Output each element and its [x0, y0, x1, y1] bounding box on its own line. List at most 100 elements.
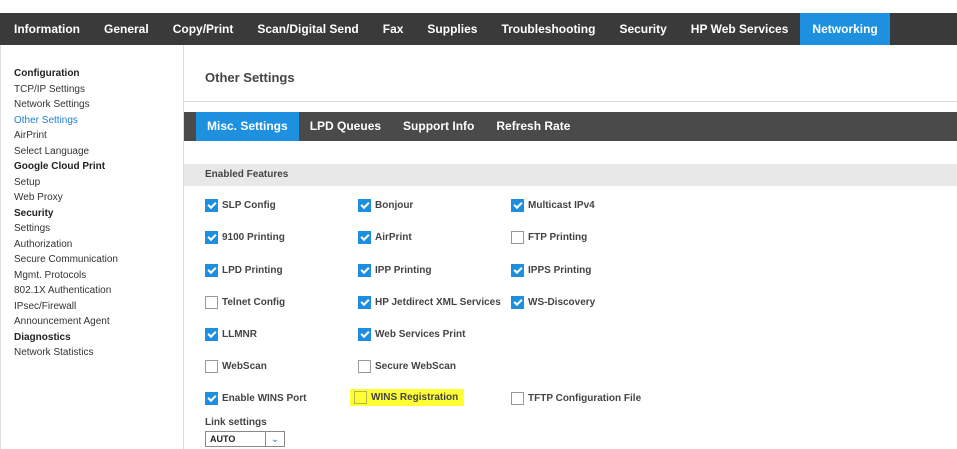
feature-ftp-printing[interactable]: FTP Printing	[511, 230, 587, 244]
enabled-features-header: Enabled Features	[184, 164, 957, 186]
subtab-lpd-queues[interactable]: LPD Queues	[299, 112, 392, 141]
feature-secure-webscan[interactable]: Secure WebScan	[358, 359, 456, 373]
sidebar-item-setup[interactable]: Setup	[14, 175, 174, 191]
multicast-ipv4-checkbox[interactable]	[511, 198, 524, 212]
feature-airprint[interactable]: AirPrint	[358, 230, 412, 244]
sidebar-item-announcement-agent[interactable]: Announcement Agent	[14, 314, 174, 330]
web-services-print-checkbox[interactable]	[358, 327, 371, 341]
llmnr-checkbox[interactable]	[205, 327, 218, 341]
tab-information[interactable]: Information	[0, 13, 92, 45]
tab-copy-print[interactable]: Copy/Print	[161, 13, 246, 45]
feature-bonjour[interactable]: Bonjour	[358, 198, 413, 212]
slp-config-label: SLP Config	[222, 199, 276, 211]
hp-jetdirect-xml-services-label: HP Jetdirect XML Services	[375, 296, 501, 308]
top-navigation: Information General Copy/Print Scan/Digi…	[0, 13, 957, 45]
feature-lpd-printing[interactable]: LPD Printing	[205, 263, 283, 277]
ws-discovery-checkbox[interactable]	[511, 295, 524, 309]
sub-navigation: Misc. Settings LPD Queues Support Info R…	[184, 112, 957, 141]
sidebar-item-8021x-authentication[interactable]: 802.1X Authentication	[14, 283, 174, 299]
subtab-misc-settings[interactable]: Misc. Settings	[196, 112, 299, 141]
tab-scan-digital-send[interactable]: Scan/Digital Send	[245, 13, 370, 45]
ftp-printing-checkbox[interactable]	[511, 230, 524, 244]
9100-printing-label: 9100 Printing	[222, 231, 285, 243]
page-title: Other Settings	[205, 70, 295, 85]
telnet-config-checkbox[interactable]	[205, 295, 218, 309]
tftp-configuration-file-checkbox[interactable]	[511, 391, 524, 405]
subtab-support-info[interactable]: Support Info	[392, 112, 485, 141]
sidebar-item-authorization[interactable]: Authorization	[14, 237, 174, 253]
feature-ws-discovery[interactable]: WS-Discovery	[511, 295, 595, 309]
feature-multicast-ipv4[interactable]: Multicast IPv4	[511, 198, 595, 212]
tab-hp-web-services[interactable]: HP Web Services	[679, 13, 801, 45]
secure-webscan-checkbox[interactable]	[358, 359, 371, 373]
link-settings-select[interactable]: AUTO ⌄	[205, 431, 285, 447]
sidebar-item-network-statistics[interactable]: Network Statistics	[14, 345, 174, 361]
feature-ipps-printing[interactable]: IPPS Printing	[511, 263, 591, 277]
sidebar-item-tcpip-settings[interactable]: TCP/IP Settings	[14, 82, 174, 98]
9100-printing-checkbox[interactable]	[205, 230, 218, 244]
tab-networking[interactable]: Networking	[800, 13, 890, 45]
feature-llmnr[interactable]: LLMNR	[205, 327, 257, 341]
ipps-printing-label: IPPS Printing	[528, 264, 592, 276]
hp-jetdirect-xml-services-checkbox[interactable]	[358, 295, 371, 309]
sidebar-section-security: Security	[14, 207, 54, 219]
tftp-configuration-file-label: TFTP Configuration File	[528, 392, 642, 404]
tab-supplies[interactable]: Supplies	[415, 13, 489, 45]
enabled-features-label: Enabled Features	[205, 169, 289, 180]
feature-telnet-config[interactable]: Telnet Config	[205, 295, 285, 309]
telnet-config-label: Telnet Config	[222, 296, 286, 308]
chevron-down-icon[interactable]: ⌄	[265, 432, 284, 446]
wins-registration-checkbox[interactable]	[354, 391, 367, 404]
enable-wins-port-label: Enable WINS Port	[222, 392, 307, 404]
sidebar: Configuration TCP/IP Settings Network Se…	[14, 66, 174, 361]
ipp-printing-label: IPP Printing	[375, 264, 432, 276]
sidebar-item-other-settings[interactable]: Other Settings	[14, 113, 174, 129]
tab-fax[interactable]: Fax	[371, 13, 416, 45]
tab-security[interactable]: Security	[607, 13, 678, 45]
bonjour-label: Bonjour	[375, 199, 414, 211]
feature-webscan[interactable]: WebScan	[205, 359, 267, 373]
feature-wins-registration[interactable]: WINS Registration	[350, 389, 465, 406]
airprint-checkbox[interactable]	[358, 230, 371, 244]
sidebar-item-secure-communication[interactable]: Secure Communication	[14, 252, 174, 268]
ws-discovery-label: WS-Discovery	[528, 296, 596, 308]
airprint-label: AirPrint	[375, 231, 412, 243]
feature-slp-config[interactable]: SLP Config	[205, 198, 276, 212]
feature-9100-printing[interactable]: 9100 Printing	[205, 230, 285, 244]
ipp-printing-checkbox[interactable]	[358, 263, 371, 277]
feature-hp-jetdirect-xml-services[interactable]: HP Jetdirect XML Services	[358, 295, 501, 309]
sidebar-section-configuration: Configuration	[14, 68, 80, 79]
bonjour-checkbox[interactable]	[358, 198, 371, 212]
lpd-printing-label: LPD Printing	[222, 264, 283, 276]
feature-enable-wins-port[interactable]: Enable WINS Port	[205, 391, 306, 405]
lpd-printing-checkbox[interactable]	[205, 263, 218, 277]
link-settings-value: AUTO	[210, 434, 236, 444]
wins-registration-label: WINS Registration	[371, 392, 459, 403]
sidebar-item-select-language[interactable]: Select Language	[14, 144, 174, 160]
subtab-refresh-rate[interactable]: Refresh Rate	[485, 112, 581, 141]
sidebar-item-ipsec-firewall[interactable]: IPsec/Firewall	[14, 299, 174, 315]
sidebar-item-network-settings[interactable]: Network Settings	[14, 97, 174, 113]
sidebar-section-diagnostics: Diagnostics	[14, 331, 71, 343]
enable-wins-port-checkbox[interactable]	[205, 391, 218, 405]
sidebar-item-airprint[interactable]: AirPrint	[14, 128, 174, 144]
webscan-checkbox[interactable]	[205, 359, 218, 373]
title-divider	[184, 101, 957, 102]
tab-general[interactable]: General	[92, 13, 161, 45]
sidebar-section-google-cloud-print: Google Cloud Print	[14, 161, 106, 172]
sidebar-item-web-proxy[interactable]: Web Proxy	[14, 190, 174, 206]
ftp-printing-label: FTP Printing	[528, 231, 588, 243]
slp-config-checkbox[interactable]	[205, 198, 218, 212]
feature-web-services-print[interactable]: Web Services Print	[358, 327, 465, 341]
sidebar-item-settings[interactable]: Settings	[14, 221, 174, 237]
feature-ipp-printing[interactable]: IPP Printing	[358, 263, 432, 277]
link-settings-label: Link settings	[205, 417, 267, 428]
ipps-printing-checkbox[interactable]	[511, 263, 524, 277]
page-left-border	[0, 45, 1, 449]
tab-troubleshooting[interactable]: Troubleshooting	[489, 13, 607, 45]
llmnr-label: LLMNR	[222, 328, 257, 340]
multicast-ipv4-label: Multicast IPv4	[528, 199, 595, 211]
sidebar-item-mgmt-protocols[interactable]: Mgmt. Protocols	[14, 268, 174, 284]
secure-webscan-label: Secure WebScan	[375, 360, 456, 372]
feature-tftp-configuration-file[interactable]: TFTP Configuration File	[511, 391, 641, 405]
